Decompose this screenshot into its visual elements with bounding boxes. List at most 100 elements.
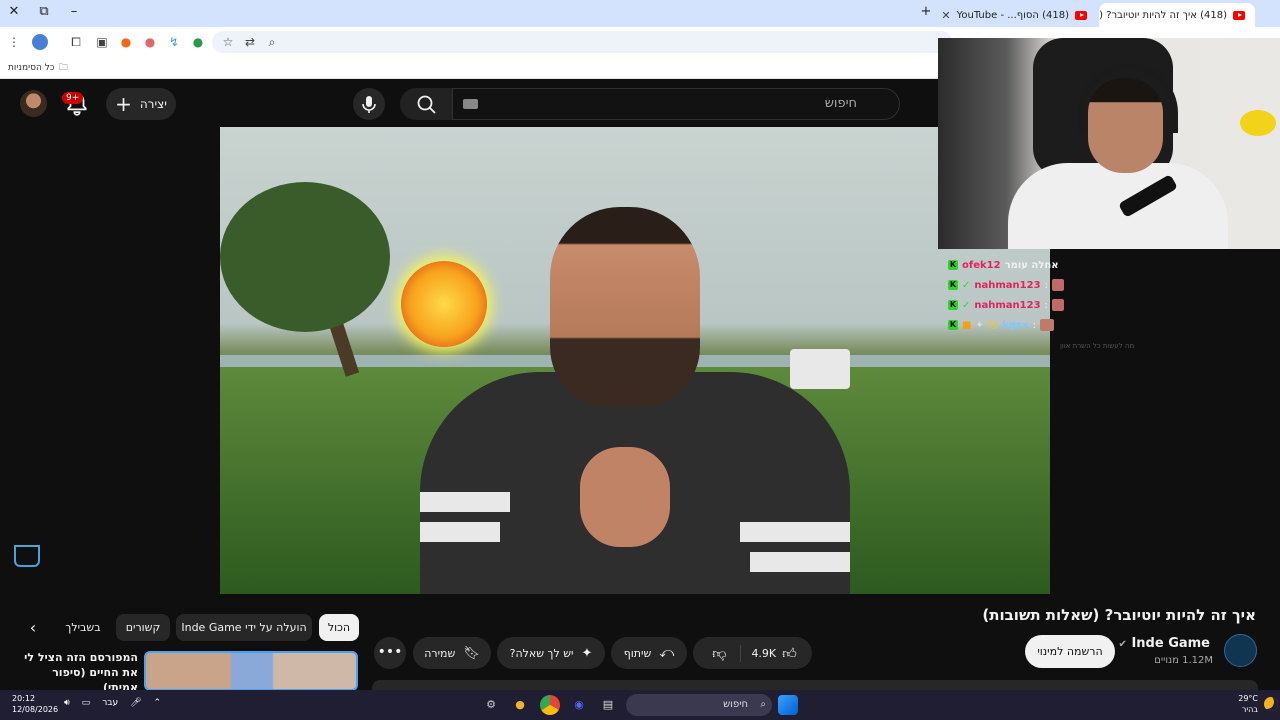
webcam-duck [1240,110,1276,136]
language-indicator[interactable]: עבר [102,698,118,708]
create-button[interactable]: יצירה + [106,88,176,120]
channel-avatar[interactable] [1224,634,1257,667]
like-button[interactable]: 👍︎ 4.9K [740,644,806,662]
channel-name[interactable]: Inde Game ✔ [1119,636,1210,651]
chat-message: : nahman123 ✓ K [948,275,1168,295]
chat-name: ofek12 [962,259,1001,271]
taskbar-search-label: חיפוש [723,699,748,710]
discord-icon[interactable]: ◉ [569,695,589,715]
tab-title: (418) איך זה להיות יוטיובר? (שא [1099,9,1227,21]
notification-badge: 9+ [62,92,84,104]
network-icon[interactable]: ▭ [82,698,91,708]
close-window-icon[interactable]: ✕ [4,4,24,19]
emote-icon [1051,279,1064,291]
chat-faint-text: מה לעשות כל השרת אוון [1060,342,1135,350]
menu-dots-icon[interactable]: ⋮ [6,34,22,50]
more-actions-button[interactable]: ••• [374,637,406,669]
folder-icon: 🗀 [58,63,68,73]
task-view-icon[interactable]: ▤ [598,695,618,715]
chat-message: אחלה עומר ofek12 K [948,255,1168,275]
keyboard-icon[interactable] [463,99,478,109]
volume-icon[interactable]: 🔊︎ [64,698,70,708]
all-bookmarks-button[interactable]: 🗀 כל הסימניות [8,60,68,76]
plus-icon: + [115,92,132,116]
system-clock[interactable]: 20:12 12/08/2026 [12,693,58,715]
youtube-favicon-icon [1075,10,1087,20]
youtube-favicon-icon [1233,10,1245,20]
share-icon: ⤺ [659,645,675,661]
streamer-webcam [938,38,1280,249]
bookmark-icon: 🔖︎ [463,645,480,661]
app-icon[interactable]: ● [510,695,530,715]
browser-tab-strip: ✕ ⧉ – + (418) הסוף... - YouTube ✕ (418) … [0,0,1280,27]
dislike-button[interactable]: 👎︎ [698,645,740,662]
bookmark-star-icon[interactable]: ☆ [220,34,236,50]
extension-icon[interactable]: ● [118,34,134,50]
windows-start-icon[interactable] [778,695,798,715]
kick-badge-icon: K [948,260,958,270]
video-title: איך זה להיות יוטיובר? (שאלות תשובות) [982,606,1256,624]
address-bar[interactable]: ☆ ⇄ ⌕ [212,31,952,53]
ask-label: יש לך שאלה? [509,646,574,660]
chip-all[interactable]: הכול [319,614,359,641]
description-box[interactable] [372,680,1258,690]
save-label: שמירה [424,646,456,660]
extension-icon[interactable]: ▣ [94,34,110,50]
share-button[interactable]: ⤺ שיתוף [611,637,687,669]
tab-youtube-2[interactable]: (418) הסוף... - YouTube ✕ [942,3,1097,27]
close-tab-icon[interactable]: ✕ [942,9,951,22]
settings-gear-icon[interactable]: ⚙ [481,695,501,715]
emote-icon [1051,299,1064,311]
chip-related[interactable]: קשורים [116,614,170,641]
video-player[interactable] [220,127,1050,594]
check-badge-icon: ✓ [962,279,971,291]
extension-icon[interactable]: ↯ [166,34,182,50]
bookmarks-label: כל הסימניות [8,63,55,73]
save-button[interactable]: 🔖︎ שמירה [413,637,491,669]
translate-icon[interactable]: ⇄ [242,34,258,50]
chevron-left-icon[interactable]: ‹ [22,614,44,641]
search-input[interactable]: חיפוש [452,88,900,120]
search-button[interactable] [400,88,452,120]
video-frame-hand [580,447,670,547]
minimize-window-icon[interactable]: – [64,4,84,19]
tab-youtube-active[interactable]: (418) איך זה להיות יוטיובר? (שא ✕ [1099,3,1255,27]
chat-name: nahman123 [974,279,1041,291]
extension-icon[interactable]: ● [142,34,158,50]
ask-button[interactable]: ✦ יש לך שאלה? [497,637,605,669]
smiley-emote-icon: ☺ [987,319,999,331]
youtube-header: יצירה + חיפוש [0,80,940,127]
microphone-tray-icon[interactable]: 🎤︎ [130,698,141,708]
gift-badge-icon: ■ [962,319,972,331]
chevron-up-icon[interactable]: ⌃ [154,698,162,708]
chat-name: nahman123 [974,299,1041,311]
search-placeholder: חיפוש [824,96,857,111]
chat-message: : nahman123 ✓ K [948,295,1168,315]
emote-icon [1039,319,1054,331]
taskbar-search[interactable]: חיפוש ⌕ [626,694,772,716]
chip-uploaded-by[interactable]: הועלה על ידי Inde Game [176,614,312,641]
weather-description: בהיר [1241,705,1258,714]
restore-window-icon[interactable]: ⧉ [34,4,54,19]
recommended-video-thumbnail[interactable] [144,651,358,691]
new-tab-icon[interactable]: + [916,4,936,19]
webcam-body [1008,163,1228,249]
voice-search-button[interactable] [353,88,385,120]
video-frame-sun [401,261,487,347]
extensions-icon[interactable]: ⧠ [68,34,84,50]
chrome-icon[interactable] [540,695,560,715]
zoom-icon[interactable]: ⌕ [264,34,280,50]
kick-badge-icon: K [948,280,958,290]
subscribe-button[interactable]: הרשמה למינוי [1025,635,1115,668]
account-avatar[interactable] [20,90,47,117]
weather-widget[interactable]: 29°C בהיר [1238,693,1258,715]
share-label: שיתוף [623,646,652,660]
chip-for-you[interactable]: בשבילך [56,614,110,641]
extension-icon[interactable]: ● [190,34,206,50]
video-frame-person [550,207,700,407]
recommended-video-title[interactable]: המפורסם הזה הציל לי את החיים (סיפור אמית… [14,650,138,695]
profile-icon[interactable] [32,34,48,50]
sparkle-badge-icon: ✦ [975,319,984,331]
temperature: 29°C [1238,694,1258,703]
chat-user: אחלה עומר [1004,259,1059,271]
